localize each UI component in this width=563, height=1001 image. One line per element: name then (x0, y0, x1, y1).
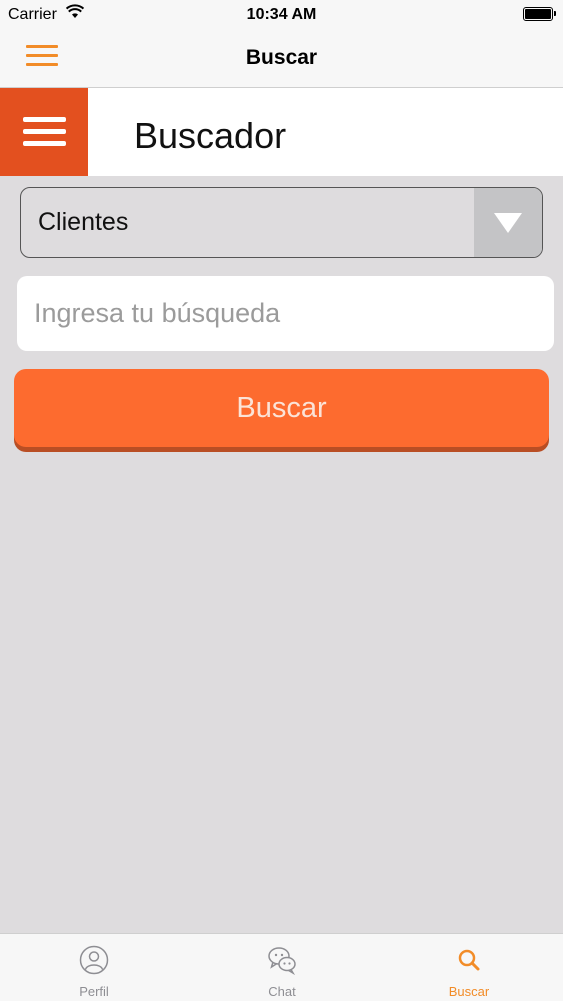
menu-button[interactable] (0, 88, 88, 176)
tab-chat[interactable]: Chat (188, 934, 376, 1001)
category-select-value: Clientes (38, 208, 129, 236)
chevron-down-icon (494, 213, 522, 233)
nav-title: Buscar (245, 46, 318, 69)
tab-label: Buscar (448, 984, 490, 999)
page-title: Buscador (134, 115, 287, 156)
navigation-bar: Buscar (0, 30, 563, 88)
person-icon (79, 945, 109, 975)
tab-perfil[interactable]: Perfil (0, 934, 188, 1001)
tab-label: Perfil (79, 984, 109, 999)
select-arrow-button[interactable] (474, 188, 542, 257)
category-select[interactable]: Clientes (20, 187, 543, 258)
page-header: Buscador (0, 88, 563, 176)
status-time: 10:34 AM (246, 6, 317, 23)
search-button[interactable]: Buscar (14, 369, 549, 447)
status-bar: Carrier 10:34 AM (0, 0, 563, 30)
search-input[interactable] (17, 276, 554, 351)
search-icon (458, 949, 480, 971)
chat-bubbles-icon (268, 947, 296, 975)
tab-label: Chat (268, 984, 296, 999)
battery-icon (523, 7, 556, 21)
hamburger-menu-icon (23, 117, 66, 122)
tab-buscar[interactable]: Buscar (375, 934, 563, 1001)
tab-bar: Perfil Chat Buscar (0, 933, 563, 1001)
